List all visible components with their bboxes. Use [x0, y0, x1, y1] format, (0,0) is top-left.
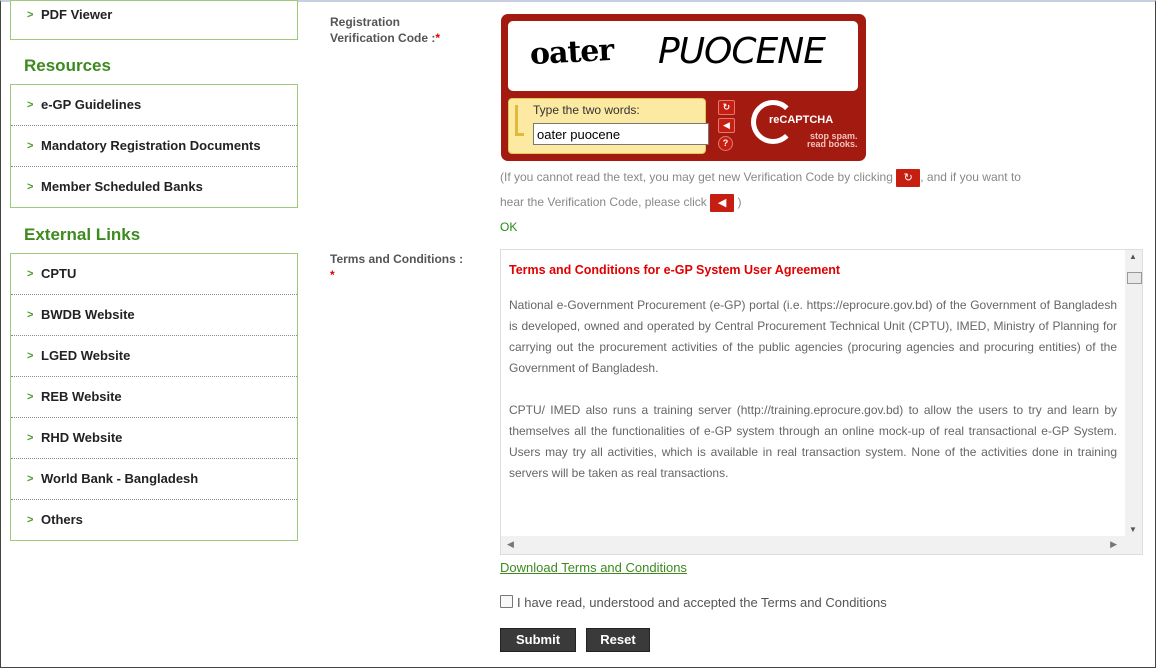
terms-paragraph: CPTU/ IMED also runs a training server (… — [509, 403, 1117, 480]
required-marker: * — [435, 31, 441, 45]
sidebar-item-guidelines[interactable]: > e-GP Guidelines — [11, 85, 297, 125]
captcha-image: oater PUOCENE — [508, 21, 858, 91]
sidebar-item-banks[interactable]: > Member Scheduled Banks — [11, 166, 297, 207]
terms-paragraph: National e-Government Procurement (e-GP)… — [509, 298, 1117, 375]
captcha-hint-line-2: hear the Verification Code, please click… — [500, 194, 741, 212]
reset-button[interactable]: Reset — [586, 628, 650, 652]
refresh-icon[interactable]: ↻ — [718, 100, 735, 115]
captcha-widget: oater PUOCENE Type the two words: ↻ ◀ ? … — [501, 14, 866, 161]
agree-row: I have read, understood and accepted the… — [500, 595, 887, 610]
captcha-prompt: Type the two words: — [533, 103, 640, 117]
chevron-right-icon: > — [27, 350, 34, 362]
captcha-hint-line-1: (If you cannot read the text, you may ge… — [500, 169, 1021, 187]
sidebar-item-lged[interactable]: > LGED Website — [11, 335, 297, 376]
captcha-word-2: PUOCENE — [658, 31, 826, 72]
vertical-scrollbar[interactable]: ▲ ▼ — [1125, 250, 1142, 536]
chevron-right-icon: > — [27, 473, 34, 485]
download-terms-link[interactable]: Download Terms and Conditions — [500, 560, 687, 575]
scroll-up-icon[interactable]: ▲ — [1129, 252, 1137, 261]
chevron-right-icon: > — [27, 432, 34, 444]
scroll-thumb[interactable] — [1127, 272, 1142, 284]
sidebar-item-bwdb[interactable]: > BWDB Website — [11, 294, 297, 335]
verification-code-label: Registration Verification Code :* — [330, 15, 441, 45]
agree-label: I have read, understood and accepted the… — [517, 595, 887, 610]
sidebar-top-box: > PDF Viewer — [10, 0, 298, 40]
chevron-right-icon: > — [27, 9, 34, 21]
sidebar-item-world-bank[interactable]: > World Bank - Bangladesh — [11, 458, 297, 499]
chevron-right-icon: > — [27, 268, 34, 280]
audio-icon[interactable]: ◀ — [710, 194, 735, 212]
scroll-down-icon[interactable]: ▼ — [1129, 525, 1137, 534]
recaptcha-tagline: stop spam. read books. — [807, 131, 858, 149]
chevron-right-icon: > — [27, 514, 34, 526]
captcha-word-1: oater — [529, 32, 615, 73]
refresh-icon[interactable]: ↻ — [896, 169, 921, 187]
agree-checkbox[interactable] — [500, 595, 513, 608]
external-links-box: > CPTU > BWDB Website > LGED Website > REB W… — [10, 253, 298, 541]
terms-label: Terms and Conditions : * — [330, 252, 464, 282]
chevron-right-icon: > — [27, 181, 34, 193]
audio-icon[interactable]: ◀ — [718, 118, 735, 133]
chevron-right-icon: > — [27, 99, 34, 111]
captcha-input[interactable] — [533, 123, 709, 145]
external-links-heading: External Links — [24, 225, 141, 244]
resources-heading: Resources — [24, 56, 111, 75]
resources-box: > e-GP Guidelines > Mandatory Registration… — [10, 84, 298, 208]
terms-scroll-box[interactable]: Terms and Conditions for e-GP System Use… — [500, 249, 1143, 555]
scroll-right-icon[interactable]: ▶ — [1110, 539, 1117, 550]
required-marker: * — [330, 268, 335, 282]
chevron-right-icon: > — [27, 140, 34, 152]
captcha-input-panel: Type the two words: — [508, 98, 709, 154]
sidebar-item-others[interactable]: > Others — [11, 499, 297, 540]
horizontal-scrollbar[interactable]: ◀ ▶ — [501, 536, 1125, 554]
chevron-right-icon: > — [27, 391, 34, 403]
recaptcha-brand: reCAPTCHA — [769, 114, 834, 126]
sidebar-item-reb[interactable]: > REB Website — [11, 376, 297, 417]
sidebar-item-cptu[interactable]: > CPTU — [11, 254, 297, 294]
terms-content: Terms and Conditions for e-GP System Use… — [501, 250, 1125, 536]
sidebar-item-rhd[interactable]: > RHD Website — [11, 417, 297, 458]
captcha-status: OK — [500, 220, 518, 234]
arrow-icon — [515, 105, 524, 136]
submit-button[interactable]: Submit — [500, 628, 576, 652]
sidebar-item-mandatory-docs[interactable]: > Mandatory Registration Documents — [11, 125, 297, 166]
terms-title: Terms and Conditions for e-GP System Use… — [509, 263, 841, 277]
help-icon[interactable]: ? — [718, 136, 733, 151]
scroll-left-icon[interactable]: ◀ — [507, 539, 514, 550]
sidebar-item-pdf-viewer[interactable]: > PDF Viewer — [11, 1, 297, 31]
chevron-right-icon: > — [27, 309, 34, 321]
